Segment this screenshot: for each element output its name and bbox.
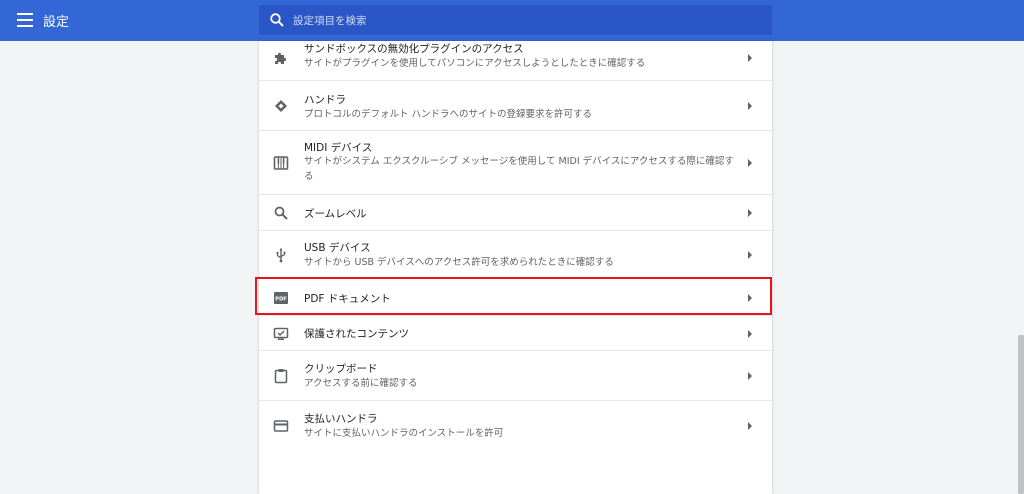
page-title: 設定 bbox=[43, 15, 70, 30]
chevron-right-icon bbox=[748, 422, 752, 430]
settings-row-unsandboxed-plugins[interactable]: サンドボックスの無効化プラグインのアクセス サイトがプラグインを使用してパソコン… bbox=[259, 41, 772, 80]
row-description: サイトがプラグインを使用してパソコンにアクセスしようとしたときに確認する bbox=[304, 58, 646, 69]
chevron-right-icon bbox=[748, 372, 752, 380]
settings-row-usb-devices[interactable]: USB デバイス サイトから USB デバイスへのアクセス許可を求められたときに… bbox=[259, 230, 772, 278]
row-title: クリップボード bbox=[304, 363, 378, 375]
search-icon bbox=[270, 13, 284, 27]
svg-text:PDF: PDF bbox=[275, 296, 287, 302]
chevron-right-icon bbox=[748, 330, 752, 338]
top-toolbar: 設定 設定項目を検索 bbox=[0, 0, 1024, 41]
credit-card-icon bbox=[273, 420, 289, 432]
chevron-right-icon bbox=[748, 251, 752, 259]
settings-row-payment-handlers[interactable]: 支払いハンドラ サイトに支払いハンドラのインストールを許可 bbox=[259, 400, 772, 450]
row-description: アクセスする前に確認する bbox=[304, 378, 418, 389]
row-description: サイトに支払いハンドラのインストールを許可 bbox=[304, 428, 504, 439]
settings-row-pdf-documents[interactable]: PDF PDF ドキュメント bbox=[259, 278, 772, 315]
chevron-right-icon bbox=[748, 294, 752, 302]
settings-row-clipboard[interactable]: クリップボード アクセスする前に確認する bbox=[259, 350, 772, 400]
row-title: 支払いハンドラ bbox=[304, 413, 378, 425]
row-title: PDF ドキュメント bbox=[304, 293, 391, 305]
scrollbar-thumb[interactable] bbox=[1018, 335, 1024, 494]
handler-diamond-icon bbox=[275, 100, 287, 112]
chevron-right-icon bbox=[748, 54, 752, 62]
pdf-icon: PDF bbox=[274, 292, 288, 304]
protected-monitor-icon bbox=[273, 327, 289, 340]
settings-card: サンドボックスの無効化プラグインのアクセス サイトがプラグインを使用してパソコン… bbox=[259, 41, 772, 494]
puzzle-icon bbox=[275, 52, 287, 64]
row-title: USB デバイス bbox=[304, 242, 371, 254]
row-description: サイトから USB デバイスへのアクセス許可を求められたときに確認する bbox=[304, 257, 614, 268]
search-input[interactable]: 設定項目を検索 bbox=[259, 5, 772, 35]
zoom-magnifier-icon bbox=[274, 206, 288, 220]
settings-row-zoom-levels[interactable]: ズームレベル bbox=[259, 194, 772, 230]
row-title: ズームレベル bbox=[304, 208, 367, 220]
clipboard-icon bbox=[274, 369, 288, 384]
settings-row-midi-devices[interactable]: MIDI デバイス サイトがシステム エクスクルーシブ メッセージを使用して M… bbox=[259, 130, 772, 194]
row-title: MIDI デバイス bbox=[304, 142, 373, 154]
row-description: サイトがシステム エクスクルーシブ メッセージを使用して MIDI デバイスにア… bbox=[304, 156, 734, 182]
row-title: ハンドラ bbox=[304, 94, 346, 106]
settings-row-protected-content[interactable]: 保護されたコンテンツ bbox=[259, 315, 772, 350]
hamburger-menu-icon[interactable] bbox=[17, 13, 33, 27]
row-title: サンドボックスの無効化プラグインのアクセス bbox=[304, 43, 524, 55]
piano-keys-icon bbox=[273, 156, 289, 170]
chevron-right-icon bbox=[748, 209, 752, 217]
chevron-right-icon bbox=[748, 102, 752, 110]
row-description: プロトコルのデフォルト ハンドラへのサイトの登録要求を許可する bbox=[304, 109, 593, 120]
chevron-right-icon bbox=[748, 159, 752, 167]
usb-icon bbox=[276, 248, 286, 263]
row-title: 保護されたコンテンツ bbox=[304, 328, 409, 340]
settings-row-handlers[interactable]: ハンドラ プロトコルのデフォルト ハンドラへのサイトの登録要求を許可する bbox=[259, 80, 772, 130]
search-placeholder: 設定項目を検索 bbox=[293, 15, 367, 27]
